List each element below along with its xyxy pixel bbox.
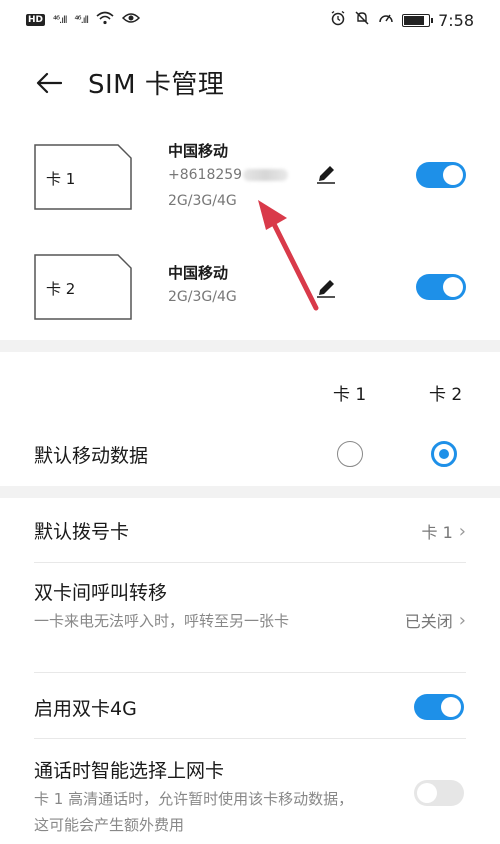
row-divider [34, 672, 466, 673]
chevron-right-icon: › [458, 609, 466, 631]
default-data-radio-card1[interactable] [337, 441, 363, 467]
column-card2: 卡 2 [429, 385, 463, 405]
edit-icon[interactable] [314, 162, 338, 186]
speedometer-icon [378, 10, 394, 30]
status-bar-right: 7:58 [330, 10, 474, 30]
arrow-left-icon [36, 72, 62, 93]
row-divider [34, 562, 466, 563]
smart-data-sub: 卡 1 高清通话时，允许暂时使用该卡移动数据，这可能会产生额外费用 [34, 790, 354, 834]
sim-card-label: 卡 2 [46, 280, 76, 298]
section-divider [0, 486, 500, 498]
sim1-toggle[interactable] [416, 162, 466, 188]
row-divider [34, 738, 466, 739]
sim-network: 2G/3G/4G [168, 289, 237, 305]
sim-card-icon: 卡 1 [34, 144, 132, 210]
call-forward-value[interactable]: 已关闭 › [405, 608, 466, 632]
sim2-toggle[interactable] [416, 274, 466, 300]
smart-data-label: 通话时智能选择上网卡 [34, 760, 225, 782]
sim-row-1: 卡 1 中国移动 +8618259 2G/3G/4G [0, 140, 500, 230]
call-forward-label[interactable]: 双卡间呼叫转移 [34, 578, 167, 605]
signal-icon-1: ⁴⁶.ıll [53, 14, 67, 26]
alarm-icon [330, 10, 346, 30]
dual-4g-label: 启用双卡4G [34, 698, 137, 720]
hd-icon: HD [26, 14, 46, 26]
column-card1: 卡 1 [333, 385, 367, 405]
sim-row-2: 卡 2 中国移动 2G/3G/4G [0, 250, 500, 340]
blurred-number [243, 169, 289, 181]
battery-icon [402, 13, 434, 27]
default-dial-value[interactable]: 卡 1 › [422, 519, 466, 543]
dual-4g-toggle[interactable] [414, 694, 464, 720]
default-data-radio-card2[interactable] [431, 441, 457, 467]
sim-info: 中国移动 2G/3G/4G [168, 262, 237, 310]
sim-network: 2G/3G/4G [168, 193, 237, 209]
call-forward-sub: 一卡来电无法呼入时，呼转至另一张卡 [34, 612, 290, 630]
sim-info: 中国移动 +8618259 2G/3G/4G [168, 140, 289, 214]
sim-card-icon: 卡 2 [34, 254, 132, 320]
smart-data-toggle[interactable] [414, 780, 464, 806]
mute-icon [354, 10, 370, 30]
page-title: SIM 卡管理 [88, 70, 225, 100]
sim-carrier: 中国移动 [168, 264, 229, 282]
back-button[interactable] [34, 68, 64, 98]
sim-carrier: 中国移动 [168, 142, 229, 160]
default-data-label: 默认移动数据 [34, 445, 149, 467]
signal-icon-2: ⁴⁶.ıll [74, 14, 89, 26]
eye-icon [122, 11, 141, 29]
status-bar: HD ⁴⁶.ıll ⁴⁶.ıll 7:58 [0, 0, 500, 40]
sim-number: +8618259 [168, 162, 289, 188]
section-divider [0, 340, 500, 352]
default-dial-label[interactable]: 默认拨号卡 [34, 517, 129, 544]
sim-card-label: 卡 1 [46, 170, 76, 188]
status-bar-left: HD ⁴⁶.ıll ⁴⁶.ıll [26, 11, 141, 29]
app-header: SIM 卡管理 [0, 55, 500, 110]
status-time: 7:58 [438, 10, 474, 30]
wifi-icon [96, 11, 114, 29]
chevron-right-icon: › [458, 520, 466, 542]
edit-icon[interactable] [314, 276, 338, 300]
